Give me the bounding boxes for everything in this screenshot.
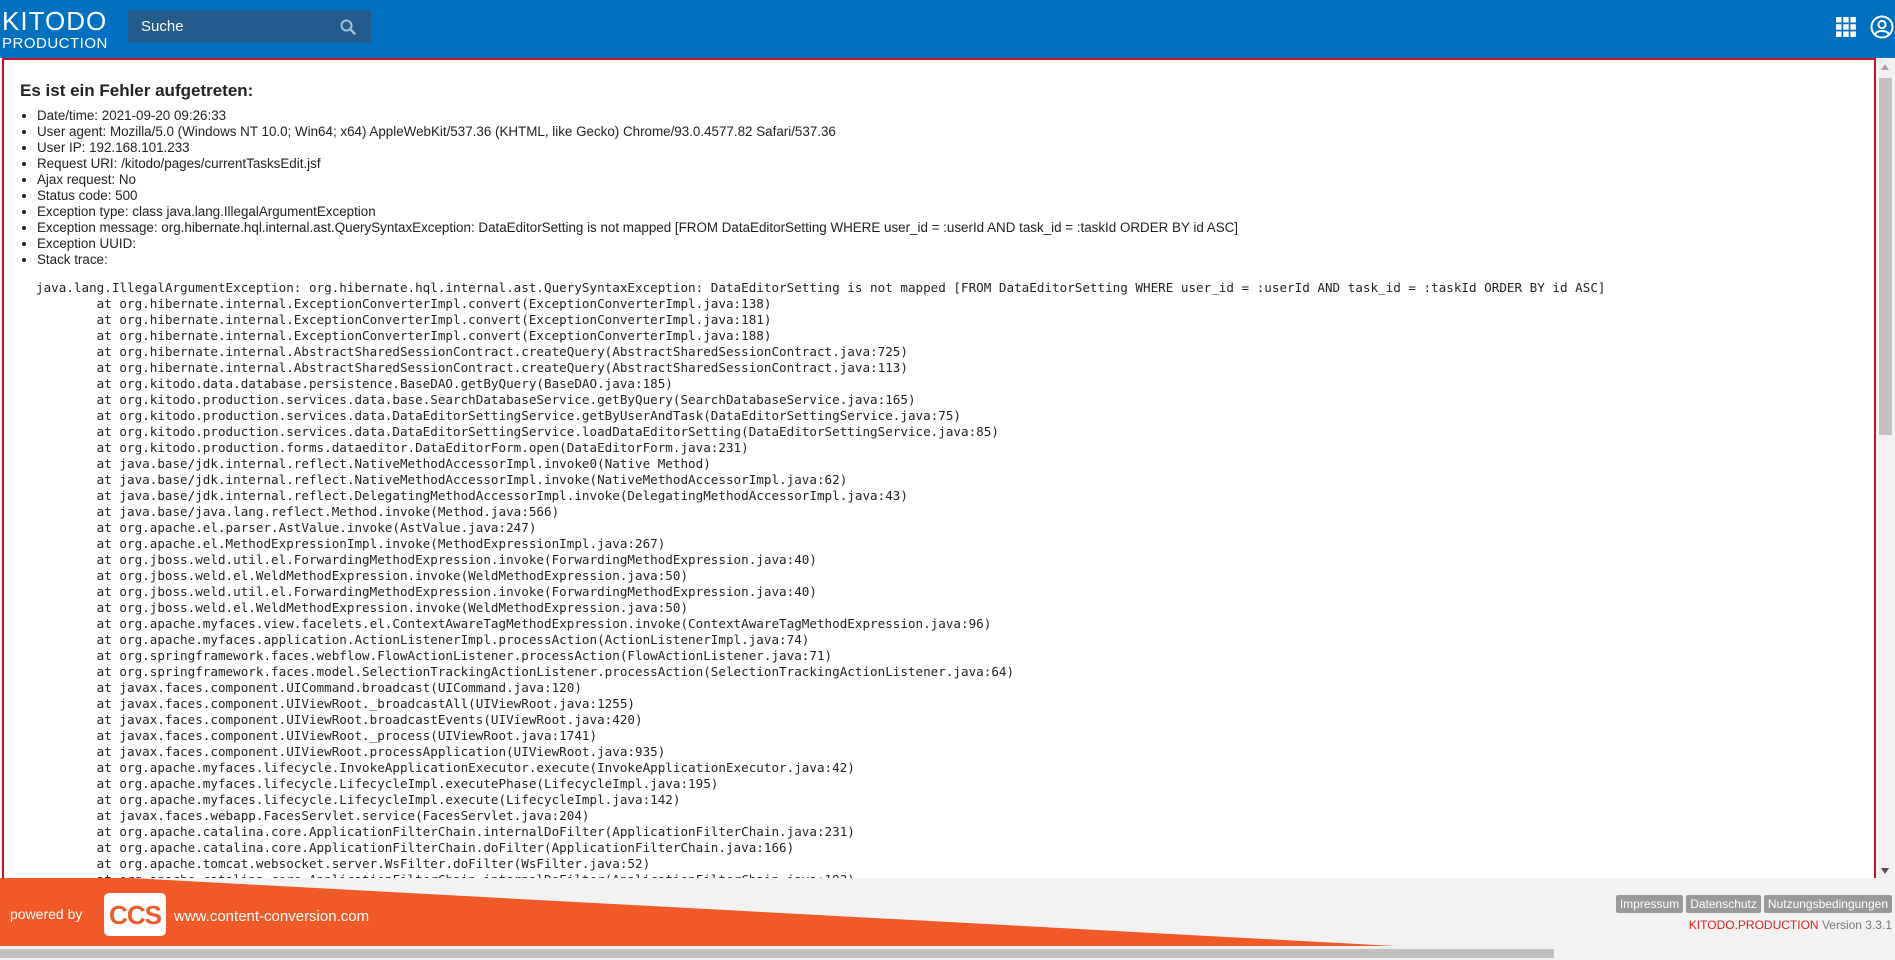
stack-trace-line: at org.springframework.faces.model.Selec… bbox=[36, 664, 1015, 679]
stack-trace-line: at org.kitodo.production.services.data.b… bbox=[36, 392, 916, 407]
error-title: Es ist ein Fehler aufgetreten: bbox=[20, 81, 254, 100]
page-footer: powered by CCS www.content-conversion.co… bbox=[0, 878, 1895, 946]
ccs-logo-text: CCS bbox=[109, 900, 162, 930]
stack-trace-line: at javax.faces.component.UIViewRoot._bro… bbox=[36, 696, 635, 711]
stack-trace-line: at org.kitodo.data.database.persistence.… bbox=[36, 376, 673, 391]
stack-trace-line: at org.apache.myfaces.application.Action… bbox=[36, 632, 810, 647]
stack-trace-line: at java.base/jdk.internal.reflect.Native… bbox=[36, 472, 848, 487]
horizontal-scrollbar[interactable] bbox=[0, 946, 1895, 960]
version-info: KITODO.PRODUCTION Version 3.3.1 bbox=[1689, 918, 1892, 932]
stack-trace-line: at java.base/java.lang.reflect.Method.in… bbox=[36, 504, 560, 519]
stack-trace-line: at org.kitodo.production.services.data.D… bbox=[36, 424, 999, 439]
error-content: Es ist ein Fehler aufgetreten: Date/time… bbox=[4, 60, 1874, 878]
stack-trace-line: at org.springframework.faces.webflow.Flo… bbox=[36, 648, 833, 663]
error-details-list: Date/time: 2021-09-20 09:26:33 User agen… bbox=[20, 108, 1238, 268]
stack-trace-line: at org.apache.catalina.core.ApplicationF… bbox=[36, 824, 855, 839]
detail-user-agent: User agent: Mozilla/5.0 (Windows NT 10.0… bbox=[37, 124, 1238, 140]
stack-trace-line: at org.apache.tomcat.websocket.server.Ws… bbox=[36, 856, 651, 871]
stack-trace-line: at org.apache.el.MethodExpressionImpl.in… bbox=[36, 536, 666, 551]
stack-trace-line: at javax.faces.component.UICommand.broad… bbox=[36, 680, 582, 695]
search-input[interactable] bbox=[128, 10, 341, 43]
horizontal-scroll-thumb[interactable] bbox=[0, 949, 1554, 958]
version-number: Version 3.3.1 bbox=[1821, 918, 1892, 932]
stack-trace-line: at org.apache.myfaces.lifecycle.Lifecycl… bbox=[36, 792, 681, 807]
nutzungsbedingungen-link[interactable]: Nutzungsbedingungen bbox=[1763, 895, 1892, 913]
impressum-link[interactable]: Impressum bbox=[1615, 895, 1684, 913]
stack-trace-line: at javax.faces.component.UIViewRoot._pro… bbox=[36, 728, 598, 743]
stack-trace-line: at org.apache.el.parser.AstValue.invoke(… bbox=[36, 520, 537, 535]
detail-exception-message: Exception message: org.hibernate.hql.int… bbox=[37, 220, 1238, 236]
stack-trace-line: at org.jboss.weld.el.WeldMethodExpressio… bbox=[36, 600, 689, 615]
stack-trace-line: at org.hibernate.internal.AbstractShared… bbox=[36, 360, 908, 375]
datenschutz-link[interactable]: Datenschutz bbox=[1686, 895, 1761, 913]
stack-trace-line: at java.base/jdk.internal.reflect.Native… bbox=[36, 456, 711, 471]
logo-text-bottom: PRODUCTION bbox=[2, 35, 108, 52]
stack-trace-line: at org.hibernate.internal.ExceptionConve… bbox=[36, 312, 772, 327]
scroll-down-arrow-icon[interactable] bbox=[1881, 868, 1889, 874]
apps-grid-icon[interactable] bbox=[1836, 17, 1856, 37]
detail-status-code: Status code: 500 bbox=[37, 188, 1238, 204]
stack-trace-line: at org.jboss.weld.el.WeldMethodExpressio… bbox=[36, 568, 689, 583]
stack-trace-line: at javax.faces.webapp.FacesServlet.servi… bbox=[36, 808, 590, 823]
vertical-scrollbar[interactable] bbox=[1876, 58, 1895, 878]
stack-trace-line: at org.jboss.weld.util.el.ForwardingMeth… bbox=[36, 552, 817, 567]
stack-trace-line: at java.base/jdk.internal.reflect.Delega… bbox=[36, 488, 908, 503]
stack-trace: java.lang.IllegalArgumentException: org.… bbox=[36, 280, 1606, 878]
stack-trace-line: at org.apache.myfaces.lifecycle.Lifecycl… bbox=[36, 776, 719, 791]
detail-request-uri: Request URI: /kitodo/pages/currentTasksE… bbox=[37, 156, 1238, 172]
error-frame: Es ist ein Fehler aufgetreten: Date/time… bbox=[2, 58, 1876, 878]
stack-trace-line: at javax.faces.component.UIViewRoot.proc… bbox=[36, 744, 666, 759]
user-icon[interactable] bbox=[1870, 15, 1894, 39]
detail-user-ip: User IP: 192.168.101.233 bbox=[37, 140, 1238, 156]
detail-stack-trace-label: Stack trace: bbox=[37, 252, 1238, 268]
stack-trace-line: at org.kitodo.production.forms.dataedito… bbox=[36, 440, 749, 455]
footer-links: Impressum Datenschutz Nutzungsbedingunge… bbox=[1615, 895, 1892, 913]
stack-trace-line: java.lang.IllegalArgumentException: org.… bbox=[36, 280, 1606, 295]
vertical-scroll-thumb[interactable] bbox=[1879, 78, 1892, 435]
detail-datetime: Date/time: 2021-09-20 09:26:33 bbox=[37, 108, 1238, 124]
kitodo-logo[interactable]: KITODO PRODUCTION bbox=[2, 8, 108, 51]
stack-trace-line: at org.jboss.weld.util.el.ForwardingMeth… bbox=[36, 584, 817, 599]
app-name: KITODO.PRODUCTION bbox=[1688, 918, 1819, 932]
detail-exception-type: Exception type: class java.lang.IllegalA… bbox=[37, 204, 1238, 220]
scroll-up-arrow-icon[interactable] bbox=[1881, 64, 1889, 70]
stack-trace-line: at org.apache.myfaces.lifecycle.InvokeAp… bbox=[36, 760, 855, 775]
stack-trace-line: at javax.faces.component.UIViewRoot.broa… bbox=[36, 712, 643, 727]
top-header: KITODO PRODUCTION bbox=[0, 0, 1895, 58]
detail-exception-uuid: Exception UUID: bbox=[37, 236, 1238, 252]
stack-trace-line: at org.hibernate.internal.ExceptionConve… bbox=[36, 328, 772, 343]
search-box bbox=[128, 10, 371, 43]
detail-ajax-request: Ajax request: No bbox=[37, 172, 1238, 188]
ccs-website-link[interactable]: www.content-conversion.com bbox=[174, 908, 369, 925]
stack-trace-line: at org.apache.catalina.core.ApplicationF… bbox=[36, 840, 795, 855]
stack-trace-line: at org.hibernate.internal.AbstractShared… bbox=[36, 344, 908, 359]
stack-trace-line: at org.apache.myfaces.view.facelets.el.C… bbox=[36, 616, 992, 631]
stack-trace-line: at org.kitodo.production.services.data.D… bbox=[36, 408, 962, 423]
ccs-logo[interactable]: CCS bbox=[104, 893, 166, 936]
powered-by-label: powered by bbox=[10, 906, 83, 922]
logo-text-top: KITODO bbox=[2, 6, 108, 36]
stack-trace-line: at org.hibernate.internal.ExceptionConve… bbox=[36, 296, 772, 311]
search-icon[interactable] bbox=[339, 18, 357, 36]
